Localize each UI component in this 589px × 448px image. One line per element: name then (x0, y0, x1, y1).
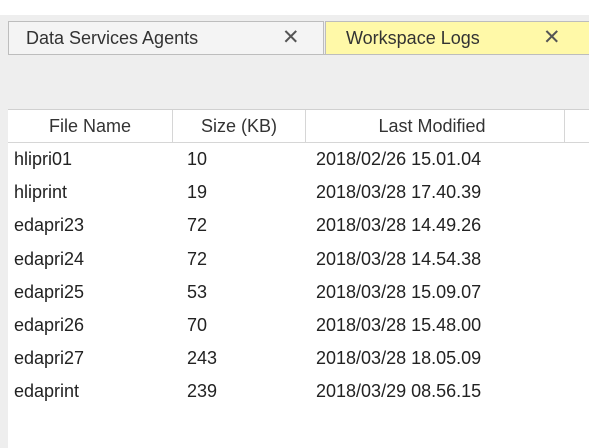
tab-workspace-logs[interactable]: Workspace Logs ✕ (325, 21, 589, 54)
cell-last-modified: 2018/03/28 17.40.39 (316, 182, 482, 203)
cell-last-modified: 2018/03/28 15.48.00 (316, 315, 482, 336)
close-icon[interactable]: ✕ (282, 26, 300, 50)
toolbar (8, 54, 589, 109)
table-header: File Name Size (KB) Last Modified (8, 110, 589, 143)
cell-size: 239 (187, 381, 218, 402)
cell-last-modified: 2018/03/29 08.56.15 (316, 381, 482, 402)
table-row[interactable]: edapri24 72 2018/03/28 14.54.38 (8, 243, 589, 276)
cell-file-name: edapri25 (14, 281, 85, 302)
cell-file-name: edaprint (14, 381, 80, 402)
cell-size: 10 (187, 149, 208, 170)
column-header-last-modified[interactable]: Last Modified (306, 110, 565, 142)
table-row[interactable]: edapri26 70 2018/03/28 15.48.00 (8, 309, 589, 342)
cell-last-modified: 2018/03/28 15.09.07 (316, 281, 482, 302)
column-header-file-name[interactable]: File Name (8, 110, 173, 142)
cell-size: 72 (187, 248, 208, 269)
table-row[interactable]: edapri27 243 2018/03/28 18.05.09 (8, 342, 589, 375)
column-header-size[interactable]: Size (KB) (173, 110, 306, 142)
cell-size: 243 (187, 348, 218, 369)
column-header-empty (565, 110, 589, 142)
cell-size: 72 (187, 215, 208, 236)
table-row[interactable]: edaprint 239 2018/03/29 08.56.15 (8, 375, 589, 408)
table-row[interactable]: hliprint 19 2018/03/28 17.40.39 (8, 176, 589, 209)
cell-file-name: hliprint (14, 182, 68, 203)
tab-data-services-agents[interactable]: Data Services Agents ✕ (8, 21, 324, 54)
tab-label: Data Services Agents (26, 27, 199, 48)
cell-file-name: edapri24 (14, 248, 85, 269)
cell-last-modified: 2018/03/28 14.49.26 (316, 215, 482, 236)
cell-last-modified: 2018/03/28 14.54.38 (316, 248, 482, 269)
left-edge (0, 15, 8, 448)
table-row[interactable]: hlipri01 10 2018/02/26 15.01.04 (8, 143, 589, 176)
cell-file-name: hlipri01 (14, 149, 73, 170)
cell-last-modified: 2018/02/26 15.01.04 (316, 149, 482, 170)
cell-size: 53 (187, 281, 208, 302)
cell-file-name: edapri23 (14, 215, 85, 236)
cell-file-name: edapri26 (14, 315, 85, 336)
tab-bar: Data Services Agents ✕ Workspace Logs ✕ (8, 15, 589, 54)
cell-size: 19 (187, 182, 208, 203)
table-row[interactable]: edapri25 53 2018/03/28 15.09.07 (8, 276, 589, 309)
close-icon[interactable]: ✕ (543, 26, 561, 50)
table-row[interactable]: edapri23 72 2018/03/28 14.49.26 (8, 209, 589, 242)
cell-size: 70 (187, 315, 208, 336)
top-strip (0, 0, 589, 15)
log-files-table: File Name Size (KB) Last Modified hlipri… (8, 109, 589, 448)
cell-last-modified: 2018/03/28 18.05.09 (316, 348, 482, 369)
cell-file-name: edapri27 (14, 348, 85, 369)
workspace-logs-window: Data Services Agents ✕ Workspace Logs ✕ … (0, 0, 589, 448)
tab-label: Workspace Logs (346, 27, 480, 48)
